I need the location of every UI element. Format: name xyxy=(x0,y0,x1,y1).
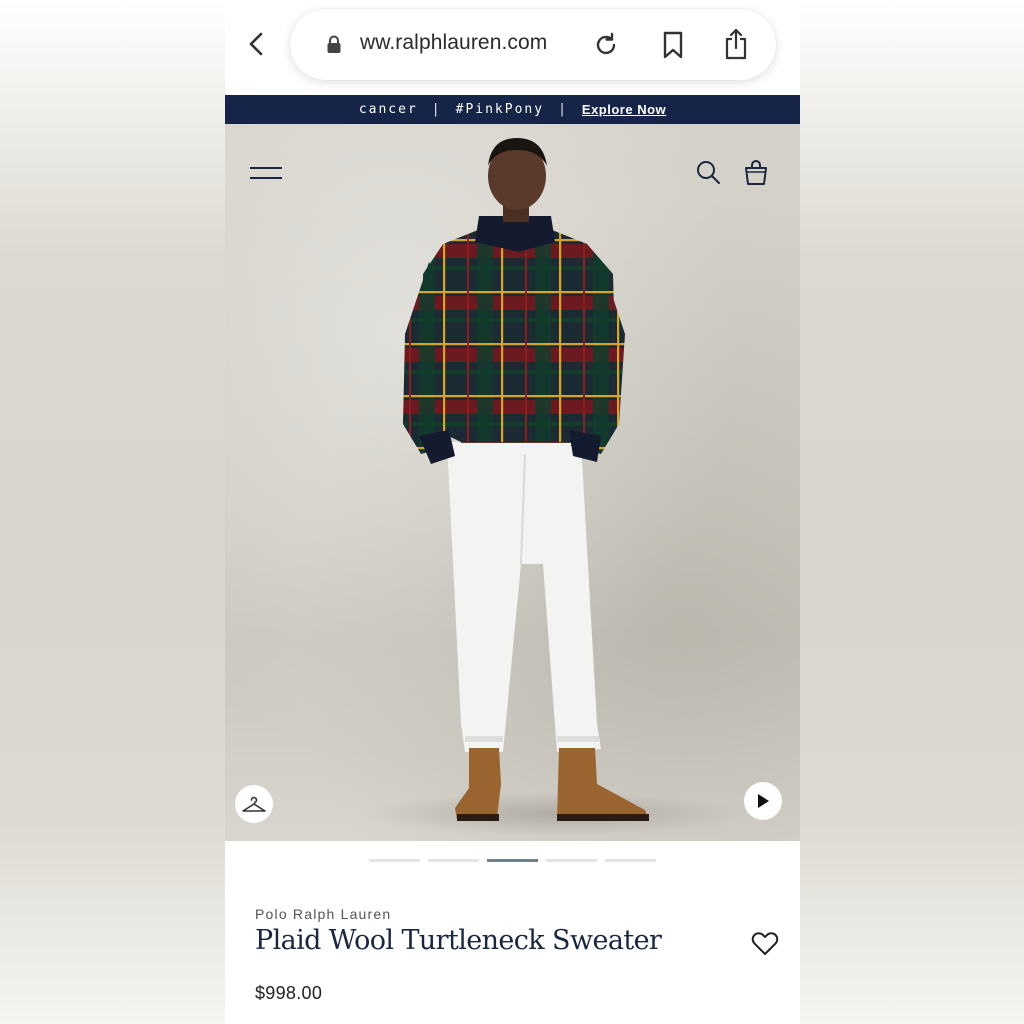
product-hero-image[interactable] xyxy=(225,124,800,841)
phone-screen: ww.ralphlauren.com cancer | #PinkPony | … xyxy=(225,0,800,1024)
left-backdrop xyxy=(0,0,225,1024)
address-bar[interactable]: ww.ralphlauren.com xyxy=(290,9,776,80)
shopping-bag-icon[interactable] xyxy=(743,158,769,186)
hanger-icon xyxy=(242,796,266,812)
explore-now-link[interactable]: Explore Now xyxy=(582,102,666,117)
product-price: $998.00 xyxy=(255,983,323,1003)
share-icon[interactable] xyxy=(723,27,749,61)
carousel-dot[interactable] xyxy=(605,859,656,862)
carousel-dot-active[interactable] xyxy=(487,859,538,862)
back-chevron-icon[interactable] xyxy=(243,28,271,60)
right-backdrop xyxy=(800,0,1024,1024)
browser-toolbar: ww.ralphlauren.com xyxy=(225,0,800,95)
promo-separator: | xyxy=(558,102,568,117)
product-title: Plaid Wool Turtleneck Sweater xyxy=(255,925,662,956)
heart-icon[interactable] xyxy=(750,929,780,957)
promo-text: cancer xyxy=(358,102,418,117)
carousel-dot[interactable] xyxy=(428,859,479,862)
model-photo xyxy=(365,138,745,836)
play-icon xyxy=(758,794,769,808)
reload-icon[interactable] xyxy=(592,31,620,59)
image-carousel-indicators xyxy=(369,859,656,862)
hanger-button[interactable] xyxy=(235,785,273,823)
url-text: ww.ralphlauren.com xyxy=(360,31,548,54)
carousel-dot[interactable] xyxy=(369,859,420,862)
bookmark-icon[interactable] xyxy=(661,30,685,60)
carousel-dot[interactable] xyxy=(546,859,597,862)
menu-icon[interactable] xyxy=(249,162,283,184)
promo-hashtag: #PinkPony xyxy=(455,102,545,117)
promo-separator: | xyxy=(431,102,442,117)
search-icon[interactable] xyxy=(695,159,721,185)
promo-banner: cancer | #PinkPony | Explore Now xyxy=(225,95,800,124)
lock-icon xyxy=(327,35,341,53)
play-video-button[interactable] xyxy=(744,782,782,820)
product-brand: Polo Ralph Lauren xyxy=(255,906,392,922)
